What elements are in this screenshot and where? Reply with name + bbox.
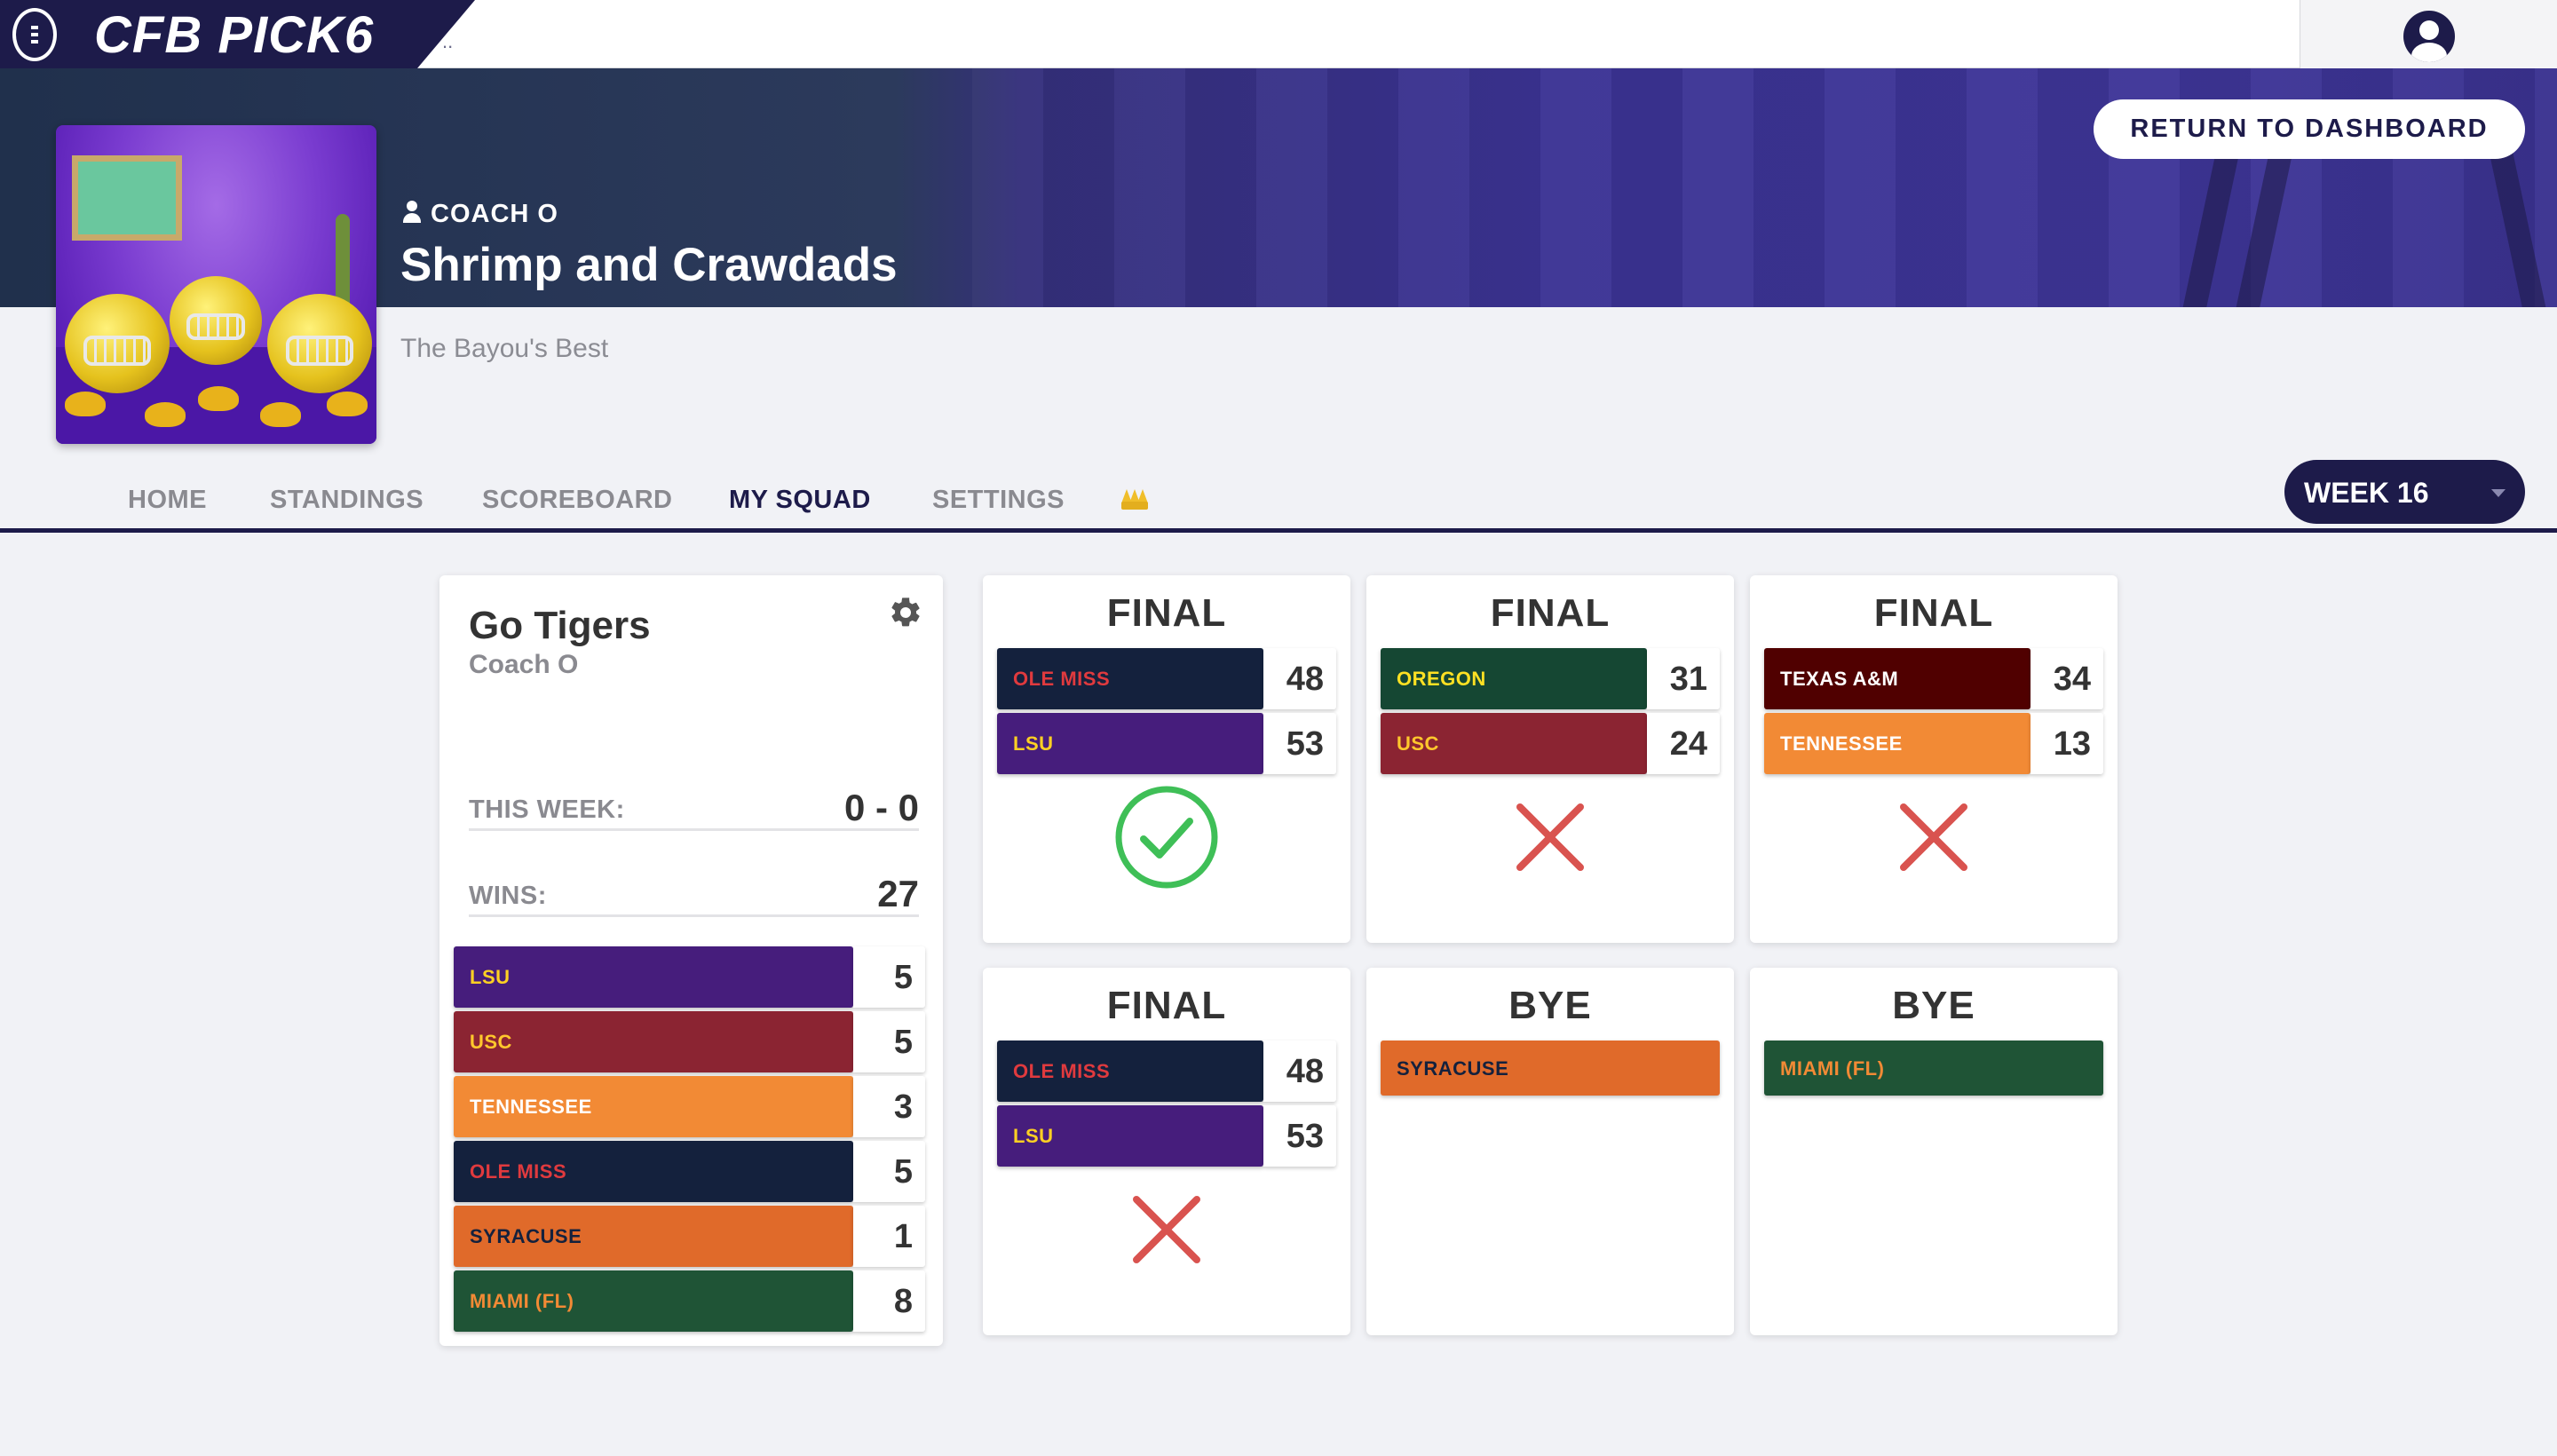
nav-settings[interactable]: SETTINGS (932, 486, 1065, 515)
league-nav: HOME STANDINGS SCOREBOARD MY SQUAD SETTI… (0, 462, 2557, 533)
team-bar: OREGON (1381, 648, 1647, 709)
team-bar: TENNESSEE (1764, 713, 2031, 774)
team-count: 5 (853, 1141, 925, 1202)
x-mark-icon (1133, 1196, 1200, 1263)
this-week-row: THIS WEEK: 0 - 0 (469, 787, 919, 831)
team-score: 13 (2031, 713, 2103, 774)
team-score: 31 (1647, 648, 1720, 709)
game-team-row: SYRACUSE (1381, 1041, 1720, 1102)
game-status: BYE (1892, 984, 1975, 1027)
nav-my-squad[interactable]: MY SQUAD (729, 486, 871, 515)
x-mark-icon (1516, 803, 1584, 871)
team-count: 1 (853, 1206, 925, 1267)
chevron-down-icon (2491, 489, 2506, 497)
team-count: 8 (853, 1270, 925, 1332)
game-status: FINAL (1490, 591, 1611, 635)
team-score: 53 (1263, 713, 1336, 774)
game-team-row: MIAMI (FL) (1764, 1041, 2103, 1102)
crown-icon[interactable] (1121, 488, 1148, 510)
squad-team-row: OLE MISS 5 (454, 1141, 925, 1202)
game-card[interactable]: FINAL TEXAS A&M 34 TENNESSEE 13 (1750, 575, 2118, 943)
team-bar: LSU (997, 713, 1263, 774)
app-title-tail: .. (442, 30, 454, 52)
game-team-row: USC 24 (1381, 713, 1720, 774)
team-bar: TENNESSEE (454, 1076, 853, 1137)
team-bar: MIAMI (FL) (1764, 1041, 2103, 1096)
top-bar: CFB PICK6 .. (0, 0, 2557, 68)
game-card[interactable]: FINAL OLE MISS 48 LSU 53 (983, 575, 1350, 943)
squad-team-row: MIAMI (FL) 8 (454, 1270, 925, 1332)
game-team-row: TEXAS A&M 34 (1764, 648, 2103, 709)
team-tagline: The Bayou's Best (400, 334, 609, 363)
game-status: FINAL (1106, 984, 1227, 1027)
x-mark-icon (1900, 803, 1967, 871)
game-status: FINAL (1106, 591, 1227, 635)
squad-team-row: SYRACUSE 1 (454, 1206, 925, 1267)
team-bar: OLE MISS (454, 1141, 853, 1202)
team-bar: LSU (997, 1105, 1263, 1167)
coach-name: COACH O (402, 200, 558, 229)
team-score: 48 (1263, 648, 1336, 709)
nav-standings[interactable]: STANDINGS (270, 486, 424, 515)
game-team-row: LSU 53 (997, 1105, 1336, 1167)
game-status: BYE (1508, 984, 1592, 1027)
team-count: 5 (853, 946, 925, 1008)
wins-label: WINS: (469, 882, 547, 910)
squad-card: Go Tigers Coach O THIS WEEK: 0 - 0 WINS:… (439, 575, 943, 1346)
team-bar: OLE MISS (997, 648, 1263, 709)
nav-scoreboard[interactable]: SCOREBOARD (482, 486, 672, 515)
check-circle-icon (1115, 786, 1218, 889)
team-bar: OLE MISS (997, 1041, 1263, 1102)
week-select-value: WEEK 16 (2304, 477, 2429, 509)
game-team-row: OLE MISS 48 (997, 648, 1336, 709)
game-team-row: TENNESSEE 13 (1764, 713, 2103, 774)
game-status: FINAL (1873, 591, 1994, 635)
this-week-label: THIS WEEK: (469, 795, 625, 824)
week-select[interactable]: WEEK 16 (2284, 460, 2525, 524)
team-score: 48 (1263, 1041, 1336, 1102)
game-team-row: LSU 53 (997, 713, 1336, 774)
football-icon (12, 8, 57, 61)
person-icon (402, 201, 422, 224)
this-week-value: 0 - 0 (843, 787, 919, 828)
app-title: CFB PICK6 (94, 6, 375, 64)
game-team-row: OLE MISS 48 (997, 1041, 1336, 1102)
team-bar: USC (1381, 713, 1647, 774)
team-score: 24 (1647, 713, 1720, 774)
game-team-row: OREGON 31 (1381, 648, 1720, 709)
user-account-icon[interactable] (2403, 11, 2455, 62)
squad-coach: Coach O (469, 650, 579, 679)
nav-home[interactable]: HOME (128, 486, 207, 515)
team-count: 5 (853, 1011, 925, 1072)
game-card[interactable]: FINAL OLE MISS 48 LSU 53 (983, 968, 1350, 1335)
game-card[interactable]: FINAL OREGON 31 USC 24 (1366, 575, 1734, 943)
app-logo[interactable]: CFB PICK6 (0, 0, 475, 68)
team-bar: TEXAS A&M (1764, 648, 2031, 709)
team-score: 53 (1263, 1105, 1336, 1167)
team-score: 34 (2031, 648, 2103, 709)
coach-name-text: COACH O (431, 200, 558, 228)
team-count: 3 (853, 1076, 925, 1137)
squad-team-row: LSU 5 (454, 946, 925, 1008)
game-card[interactable]: BYE SYRACUSE (1366, 968, 1734, 1335)
team-bar: LSU (454, 946, 853, 1008)
gear-icon[interactable] (888, 595, 923, 630)
wins-row: WINS: 27 (469, 873, 919, 917)
team-bar: SYRACUSE (1381, 1041, 1720, 1096)
team-avatar (56, 125, 376, 444)
team-bar: SYRACUSE (454, 1206, 853, 1267)
team-title: Shrimp and Crawdads (400, 239, 898, 291)
squad-team-row: USC 5 (454, 1011, 925, 1072)
team-bar: MIAMI (FL) (454, 1270, 853, 1332)
game-card[interactable]: BYE MIAMI (FL) (1750, 968, 2118, 1335)
squad-name: Go Tigers (469, 604, 651, 647)
user-menu[interactable] (2300, 0, 2557, 68)
return-to-dashboard-button[interactable]: RETURN TO DASHBOARD (2094, 99, 2525, 159)
wins-value: 27 (877, 873, 919, 914)
team-bar: USC (454, 1011, 853, 1072)
squad-team-row: TENNESSEE 3 (454, 1076, 925, 1137)
